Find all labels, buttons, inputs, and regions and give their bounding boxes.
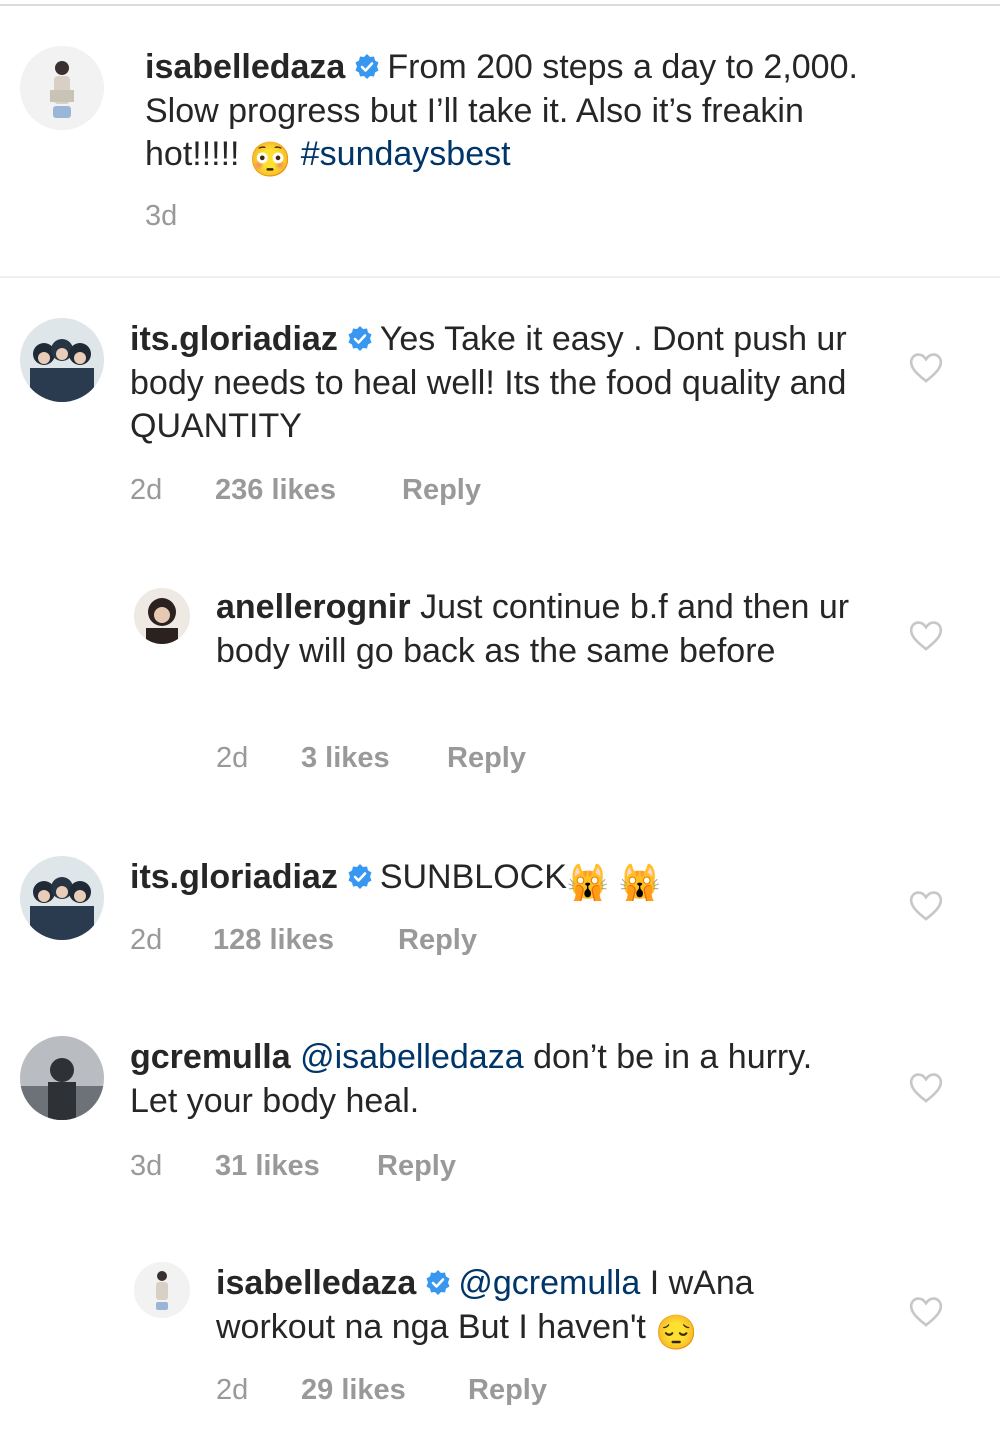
- username-link[interactable]: gcremulla: [130, 1038, 291, 1076]
- timestamp[interactable]: 2d: [216, 742, 301, 775]
- verified-badge-icon: [424, 1269, 452, 1297]
- timestamp[interactable]: 3d: [145, 200, 177, 233]
- comment-body: anellerognir Just continue b.f and then …: [216, 586, 866, 673]
- heart-outline-icon[interactable]: [908, 352, 944, 384]
- comment-meta: 2d 29 likes Reply: [216, 1374, 547, 1407]
- divider: [0, 276, 1000, 278]
- comment-body: isabelledaza @gcremulla I wAna workout na…: [216, 1262, 866, 1355]
- avatar[interactable]: [20, 318, 104, 402]
- username-link[interactable]: its.gloriadiaz: [130, 858, 338, 896]
- comment-body: its.gloriadiaz Yes Take it easy . Dont pu…: [130, 318, 860, 449]
- timestamp[interactable]: 3d: [130, 1150, 215, 1183]
- verified-badge-icon: [346, 325, 374, 353]
- comment-text: SUNBLOCK: [379, 858, 567, 896]
- reply-button[interactable]: Reply: [377, 1150, 456, 1183]
- username-link[interactable]: isabelledaza: [216, 1264, 416, 1302]
- comment-meta: 2d 236 likes Reply: [130, 474, 481, 507]
- comment-body: its.gloriadiaz SUNBLOCK🙀 🙀: [130, 856, 860, 906]
- avatar[interactable]: [20, 1036, 104, 1120]
- reply-button[interactable]: Reply: [402, 474, 481, 507]
- username-link[interactable]: isabelledaza: [145, 48, 345, 86]
- mention-link[interactable]: @isabelledaza: [300, 1038, 524, 1076]
- flushed-face-emoji: 😳: [248, 141, 292, 179]
- comment-meta: 2d 3 likes Reply: [216, 742, 526, 775]
- mention-link[interactable]: @gcremulla: [458, 1264, 640, 1302]
- username-link[interactable]: anellerognir: [216, 588, 411, 626]
- likes-count[interactable]: 236 likes: [215, 474, 402, 507]
- comment-meta: 2d 128 likes Reply: [130, 924, 477, 957]
- hashtag-link[interactable]: #sundaysbest: [301, 135, 511, 173]
- timestamp[interactable]: 2d: [130, 924, 213, 957]
- comment-body: gcremulla @isabelledaza don’t be in a hu…: [130, 1036, 860, 1123]
- avatar[interactable]: [20, 46, 104, 130]
- avatar[interactable]: [134, 1262, 190, 1318]
- comment-meta: 3d 31 likes Reply: [130, 1150, 456, 1183]
- weary-cat-emoji: 🙀 🙀: [566, 864, 662, 902]
- likes-count[interactable]: 3 likes: [301, 742, 447, 775]
- heart-outline-icon[interactable]: [908, 620, 944, 652]
- username-link[interactable]: its.gloriadiaz: [130, 320, 338, 358]
- likes-count[interactable]: 128 likes: [213, 924, 398, 957]
- avatar[interactable]: [134, 588, 190, 644]
- heart-outline-icon[interactable]: [908, 1072, 944, 1104]
- verified-badge-icon: [346, 863, 374, 891]
- avatar[interactable]: [20, 856, 104, 940]
- pensive-face-emoji: 😔: [655, 1313, 698, 1352]
- caption-body: isabelledaza From 200 steps a day to 2,00…: [145, 46, 875, 183]
- verified-badge-icon: [353, 53, 381, 81]
- timestamp[interactable]: 2d: [130, 474, 215, 507]
- heart-outline-icon[interactable]: [908, 1296, 944, 1328]
- reply-button[interactable]: Reply: [468, 1374, 547, 1407]
- reply-button[interactable]: Reply: [447, 742, 526, 775]
- timestamp[interactable]: 2d: [216, 1374, 301, 1407]
- caption-meta: 3d: [145, 200, 177, 233]
- top-border: [0, 4, 1000, 6]
- reply-button[interactable]: Reply: [398, 924, 477, 957]
- likes-count[interactable]: 29 likes: [301, 1374, 468, 1407]
- likes-count[interactable]: 31 likes: [215, 1150, 377, 1183]
- heart-outline-icon[interactable]: [908, 890, 944, 922]
